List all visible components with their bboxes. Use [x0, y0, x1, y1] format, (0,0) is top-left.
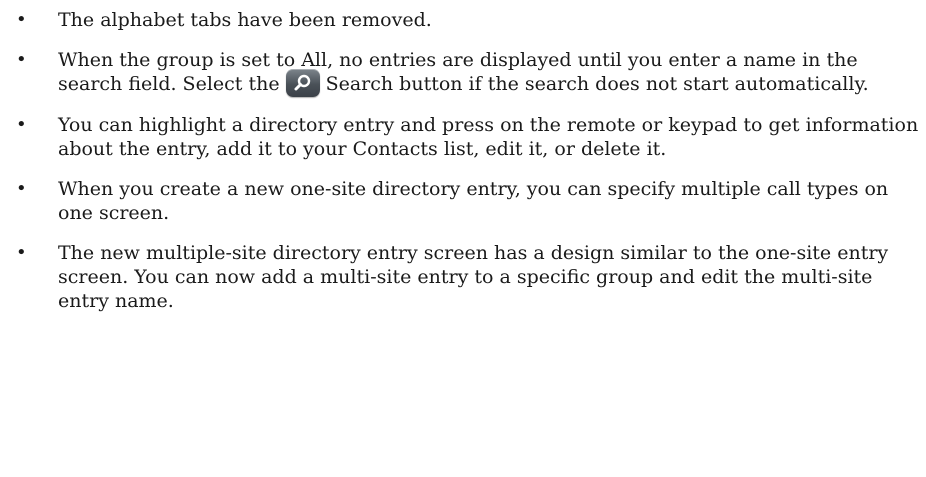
document-page: • The alphabet tabs have been removed. •…: [0, 0, 926, 477]
bullet-item-multi-site-entry: • The new multiple-site directory entry …: [0, 241, 926, 313]
bullet-marker: •: [16, 178, 27, 199]
bullet-item-highlight-entry: • You can highlight a directory entry an…: [0, 113, 926, 161]
bullet-text-after-icon: Search button if the search does not sta…: [325, 73, 869, 95]
bullet-marker: •: [16, 9, 27, 30]
bullet-item-one-site-entry: • When you create a new one-site directo…: [0, 177, 926, 225]
bullet-text: When you create a new one-site directory…: [58, 178, 889, 224]
search-icon: [285, 69, 320, 97]
bullet-marker: •: [16, 242, 27, 263]
bullet-text: The new multiple-site directory entry sc…: [58, 242, 889, 312]
bullet-item-group-all: • When the group is set to All, no entri…: [0, 48, 926, 97]
bullet-text: You can highlight a directory entry and …: [58, 114, 919, 160]
bullet-item-alphabet-tabs: • The alphabet tabs have been removed.: [0, 8, 926, 32]
bullet-text: The alphabet tabs have been removed.: [58, 9, 432, 31]
bullet-marker: •: [16, 114, 27, 135]
bullet-marker: •: [16, 49, 27, 70]
feature-bullet-list: • The alphabet tabs have been removed. •…: [0, 8, 926, 329]
